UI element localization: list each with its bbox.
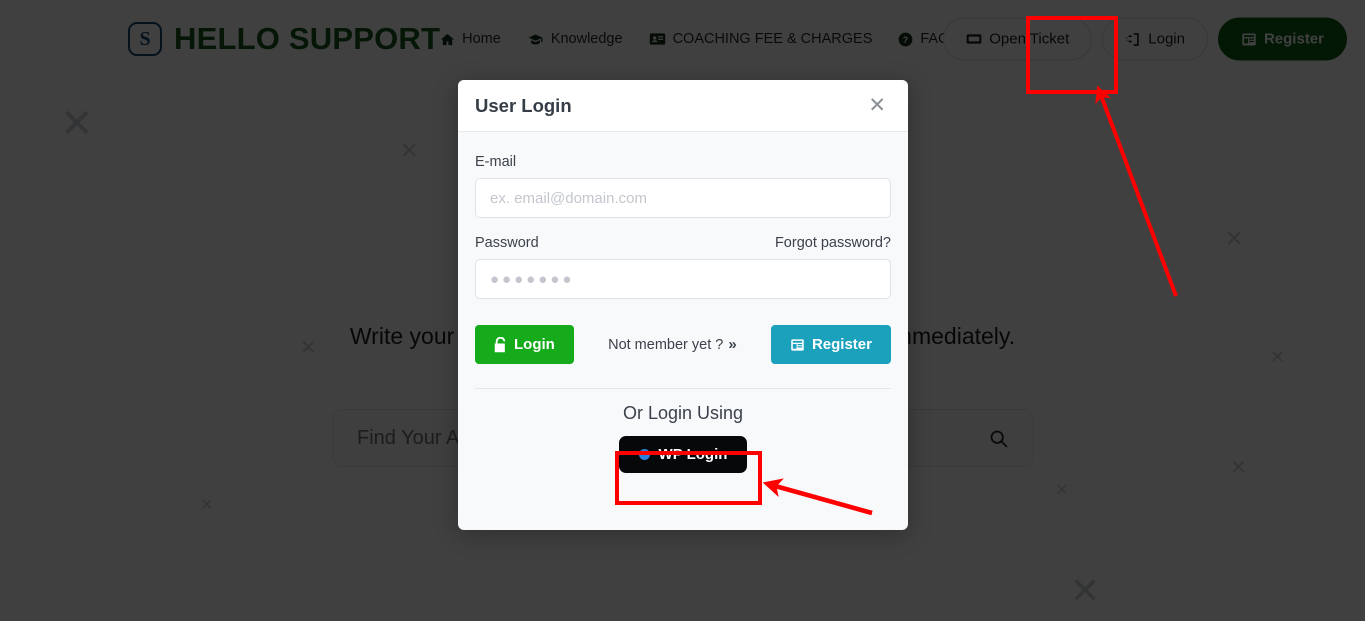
password-label: Password xyxy=(475,235,539,251)
login-submit-label: Login xyxy=(514,336,555,353)
register-submit-label: Register xyxy=(811,336,872,353)
modal-divider xyxy=(475,388,891,389)
password-field[interactable] xyxy=(475,259,891,299)
email-label-row: E-mail xyxy=(475,154,891,170)
wp-login-button[interactable]: WP Login xyxy=(618,436,748,473)
modal-header: User Login ✕ xyxy=(458,80,908,132)
modal-body: E-mail Password Forgot password? Login N… xyxy=(458,132,908,473)
modal-actions-row: Login Not member yet ? » Register xyxy=(475,325,891,364)
modal-title: User Login xyxy=(475,94,572,116)
close-icon[interactable]: ✕ xyxy=(864,93,890,118)
social-login-row: WP Login xyxy=(475,436,891,473)
login-submit-button[interactable]: Login xyxy=(475,325,574,364)
not-member-prompt[interactable]: Not member yet ? » xyxy=(608,336,737,353)
forgot-password-link[interactable]: Forgot password? xyxy=(775,235,891,251)
form-icon xyxy=(790,338,805,352)
wordpress-dot-icon xyxy=(638,449,650,460)
or-login-using-label: Or Login Using xyxy=(622,403,744,423)
wp-login-label: WP Login xyxy=(658,446,728,463)
unlock-icon xyxy=(494,336,507,353)
not-member-label: Not member yet ? xyxy=(608,336,724,353)
password-label-row: Password Forgot password? xyxy=(475,235,891,251)
user-login-modal: User Login ✕ E-mail Password Forgot pass… xyxy=(458,80,908,530)
email-label: E-mail xyxy=(475,154,517,170)
email-field[interactable] xyxy=(475,178,891,218)
register-submit-button[interactable]: Register xyxy=(770,325,891,364)
double-chevron-right-icon: » xyxy=(728,336,737,353)
